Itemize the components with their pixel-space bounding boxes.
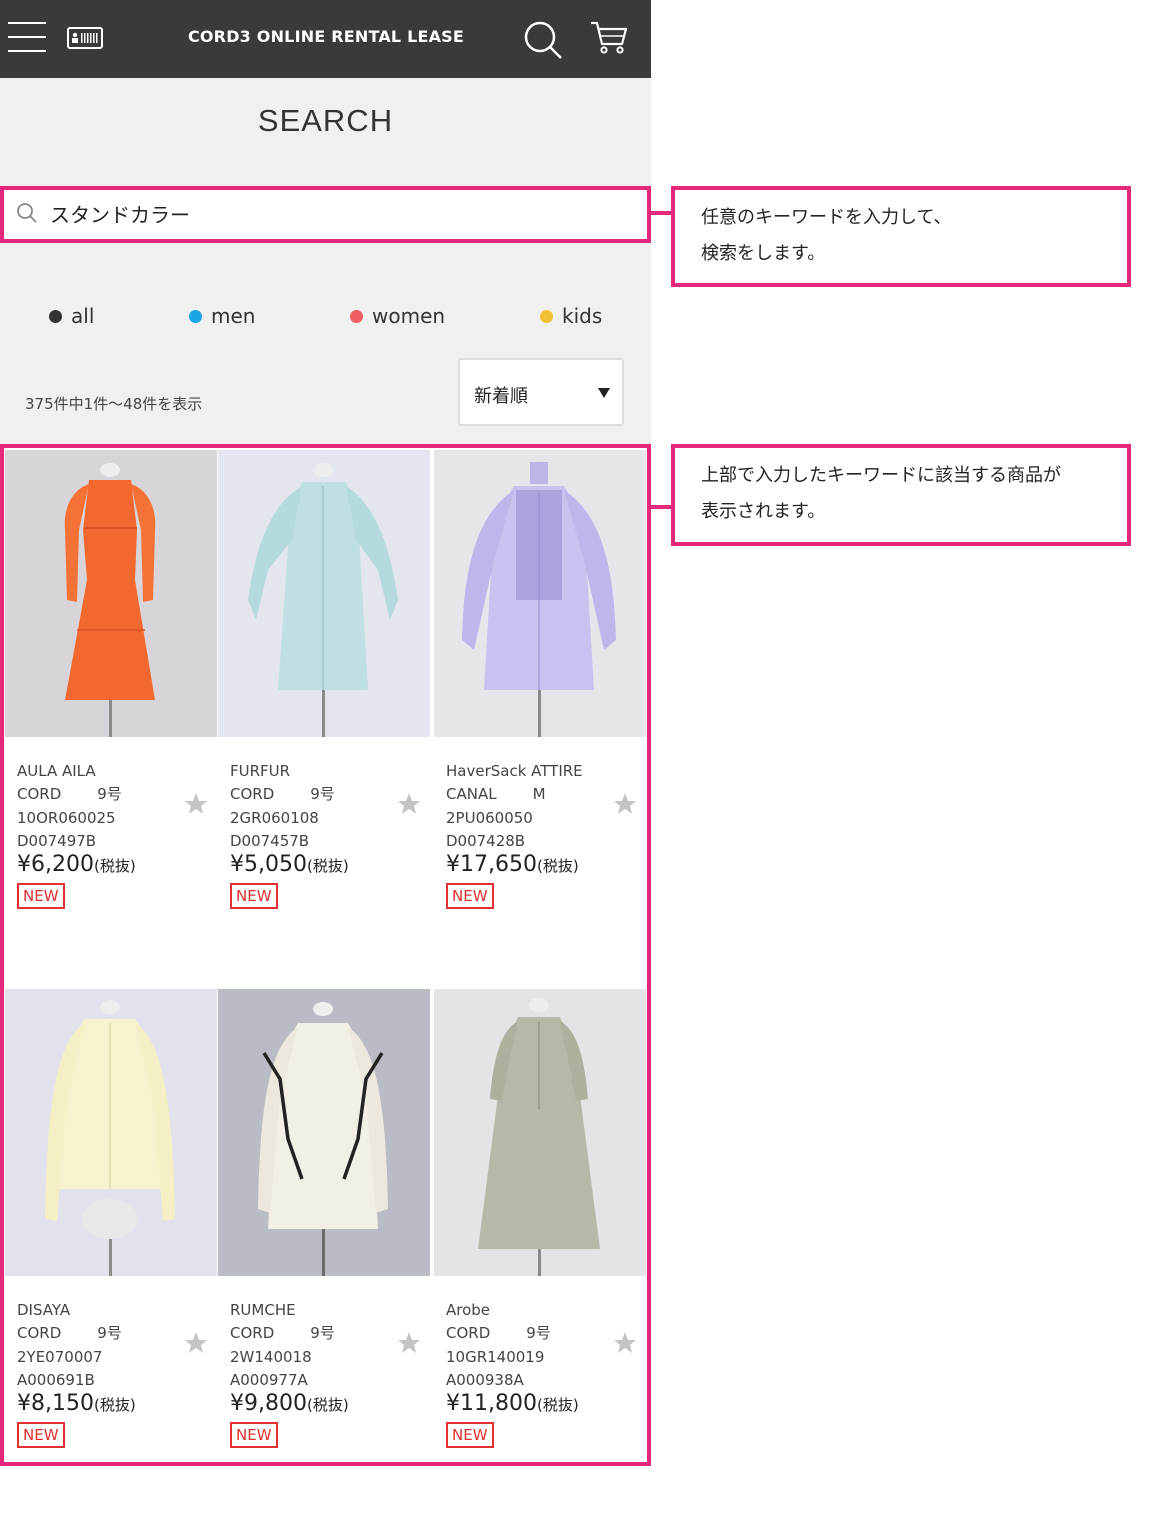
annotation-text: 上部で入力したキーワードに該当する商品が 表示されます。 xyxy=(701,458,1061,530)
hamburger-menu-icon[interactable] xyxy=(8,22,46,52)
sort-select[interactable]: 新着順 xyxy=(458,358,624,426)
results-highlight-frame xyxy=(0,444,651,1466)
filter-men[interactable]: men xyxy=(189,304,255,328)
app-title[interactable]: CORD3 ONLINE RENTAL LEASE xyxy=(140,27,512,46)
connector-line xyxy=(651,211,673,215)
filter-all[interactable]: all xyxy=(49,304,94,328)
filter-women[interactable]: women xyxy=(350,304,445,328)
dropdown-arrow-icon xyxy=(598,388,610,398)
annotation-box-results: 上部で入力したキーワードに該当する商品が 表示されます。 xyxy=(671,444,1131,546)
annotation-line: 表示されます。 xyxy=(701,501,826,522)
header-bar: CORD3 ONLINE RENTAL LEASE xyxy=(0,0,651,78)
filter-dot-icon xyxy=(350,309,363,323)
filter-dot-icon xyxy=(49,309,62,323)
filter-dot-icon xyxy=(540,309,553,323)
member-card-icon[interactable] xyxy=(67,27,103,49)
search-icon[interactable] xyxy=(522,19,564,61)
sort-selected-label: 新着順 xyxy=(474,386,528,407)
annotation-line: 上部で入力したキーワードに該当する商品が xyxy=(701,465,1061,486)
annotation-text: 任意のキーワードを入力して、 検索をします。 xyxy=(701,200,952,272)
filter-dot-icon xyxy=(189,309,202,323)
filter-kids[interactable]: kids xyxy=(540,304,602,328)
annotation-box-search: 任意のキーワードを入力して、 検索をします。 xyxy=(671,186,1131,287)
annotation-line: 検索をします。 xyxy=(701,243,826,264)
filter-label: kids xyxy=(562,304,603,328)
filter-label: men xyxy=(211,304,256,328)
annotation-line: 任意のキーワードを入力して、 xyxy=(701,207,952,228)
connector-line xyxy=(651,505,673,509)
cart-icon[interactable] xyxy=(590,20,628,56)
filter-label: women xyxy=(372,304,446,328)
result-count: 375件中1件〜48件を表示 xyxy=(25,395,203,413)
search-highlight-frame xyxy=(0,186,651,243)
filter-label: all xyxy=(71,304,95,328)
page-title: SEARCH xyxy=(257,103,394,138)
